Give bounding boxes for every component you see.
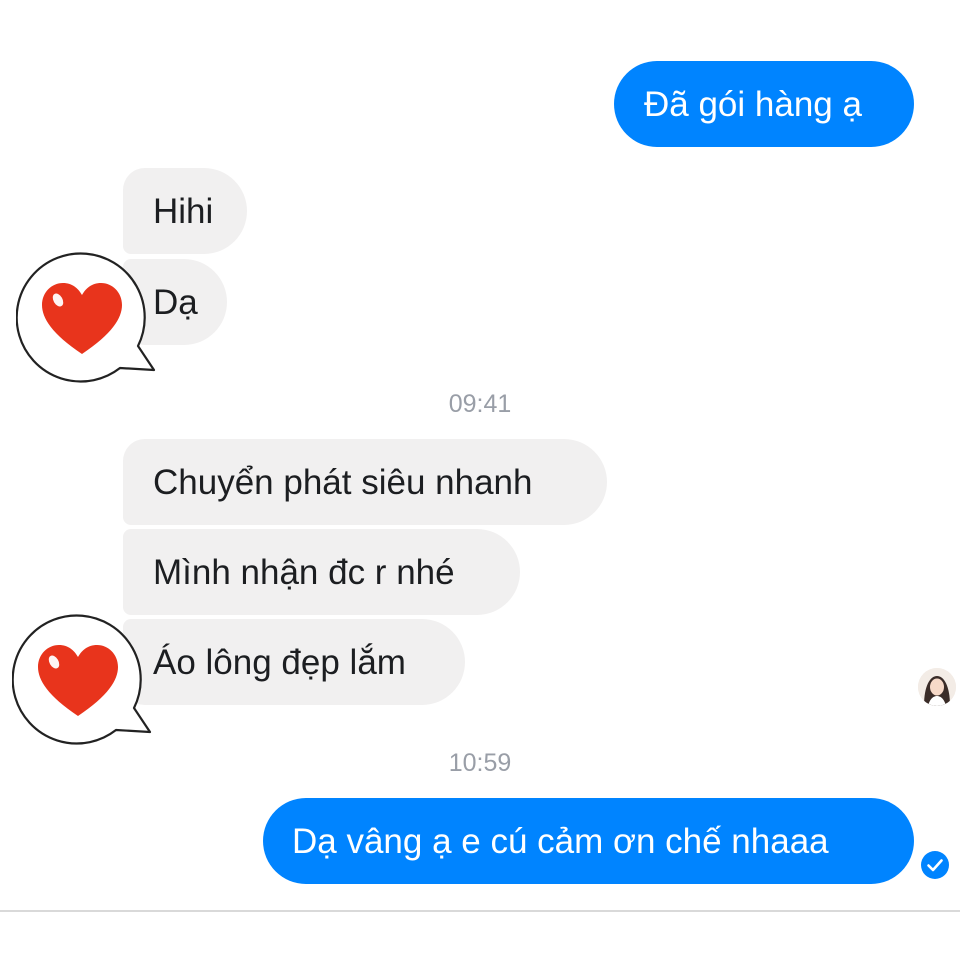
timestamp: 09:41 [448, 390, 512, 418]
outgoing-message[interactable]: Dạ vâng ạ e cú cảm ơn chế nhaaa [263, 798, 914, 884]
message-text: Mình nhận đc r nhé [153, 552, 455, 592]
heart-speech-bubble-icon [12, 614, 152, 745]
message-text: Chuyển phát siêu nhanh [153, 462, 533, 502]
message-text: Áo lông đẹp lắm [153, 642, 406, 682]
sent-check-icon [921, 851, 949, 879]
avatar-image [918, 668, 956, 706]
timestamp: 10:59 [448, 749, 512, 777]
incoming-message[interactable]: Hihi [123, 168, 247, 254]
incoming-message[interactable]: Áo lông đẹp lắm [123, 619, 465, 705]
message-text: Đã gói hàng ạ [644, 84, 862, 124]
outgoing-message[interactable]: Đã gói hàng ạ [614, 61, 914, 147]
message-text: Dạ [153, 282, 198, 322]
incoming-message[interactable]: Mình nhận đc r nhé [123, 529, 520, 615]
incoming-message[interactable]: Chuyển phát siêu nhanh [123, 439, 607, 525]
message-text: Hihi [153, 191, 214, 231]
message-text: Dạ vâng ạ e cú cảm ơn chế nhaaa [292, 821, 829, 861]
seen-avatar[interactable] [918, 668, 956, 706]
heart-speech-bubble-icon [16, 252, 156, 383]
divider-line [0, 910, 960, 912]
